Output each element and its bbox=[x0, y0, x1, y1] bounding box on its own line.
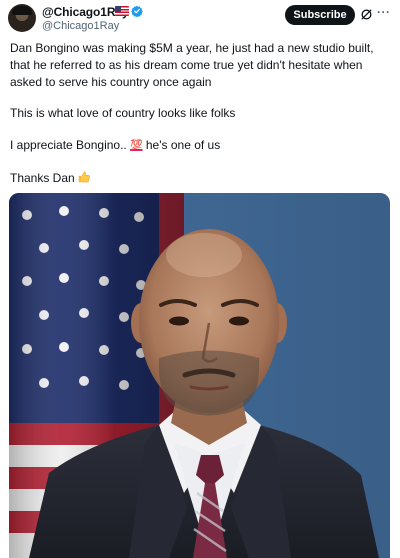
grok-icon[interactable] bbox=[360, 8, 373, 21]
handle[interactable]: @Chicago1Ray bbox=[42, 20, 119, 32]
tweet-paragraph: Dan Bongino was making $5M a year, he ju… bbox=[10, 41, 374, 89]
tweet-paragraph: I appreciate Bongino.. 💯 he's one of us bbox=[10, 137, 220, 154]
subscribe-button[interactable]: Subscribe bbox=[285, 5, 355, 25]
tweet-header: @Chicago1Ray @Chicago1Ray Subscribe ··· bbox=[0, 0, 400, 38]
tweet-photo[interactable] bbox=[9, 193, 390, 558]
us-flag-icon bbox=[115, 6, 129, 16]
avatar[interactable] bbox=[8, 4, 36, 32]
hundred-points-icon: 💯 bbox=[130, 140, 143, 151]
tweet-text-segment: I appreciate Bongino.. bbox=[10, 138, 131, 152]
tweet-paragraph: This is what love of country looks like … bbox=[10, 106, 236, 120]
portrait-of-man bbox=[29, 229, 379, 558]
verified-badge-icon bbox=[131, 5, 143, 17]
tweet-text-segment: he's one of us bbox=[142, 138, 221, 152]
thumbs-up-icon bbox=[78, 171, 90, 183]
tweet-text-segment: Thanks Dan bbox=[10, 171, 75, 185]
more-options-icon[interactable]: ··· bbox=[377, 5, 391, 19]
tweet-paragraph: Thanks Dan👍 bbox=[10, 170, 91, 187]
